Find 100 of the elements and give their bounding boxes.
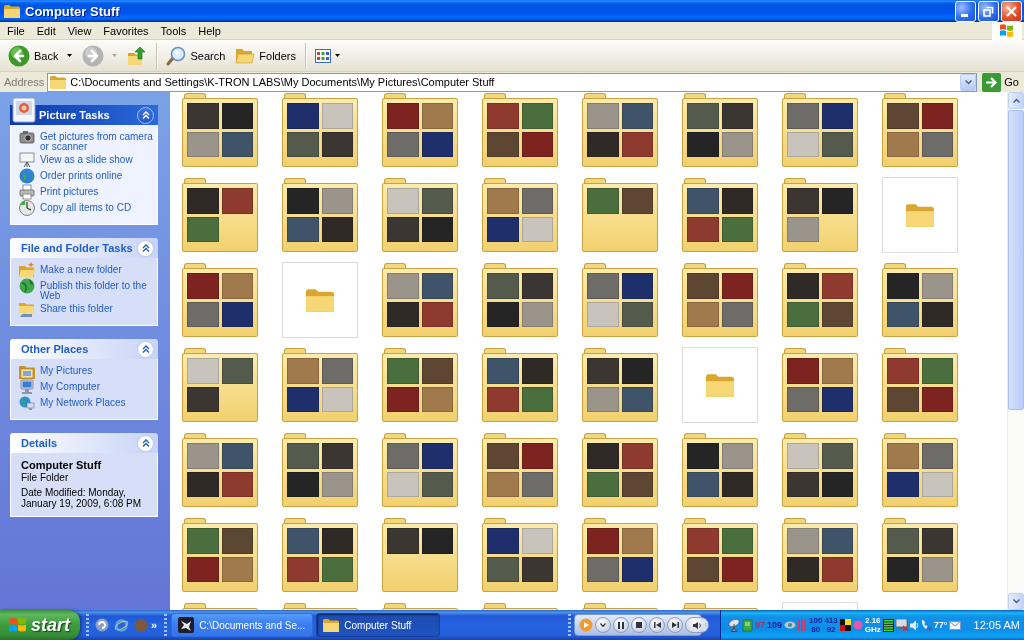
folder-thumbnail[interactable] <box>382 178 458 252</box>
toolbar-grip[interactable] <box>86 614 89 636</box>
task-link[interactable]: Get pictures from camera or scanner <box>19 129 155 152</box>
folder-thumbnail[interactable] <box>182 518 258 592</box>
folder-thumbnail[interactable] <box>582 93 658 167</box>
start-button[interactable]: start <box>0 610 80 640</box>
task-button[interactable]: Computer Stuff <box>316 613 441 637</box>
pause-button[interactable] <box>613 617 629 633</box>
menu-item[interactable]: Help <box>192 22 227 39</box>
menu-item[interactable]: Edit <box>30 22 62 39</box>
task-button[interactable]: C:\Documents and Se... <box>171 613 314 637</box>
speaker-icon[interactable] <box>909 619 919 631</box>
collapse-button[interactable] <box>137 239 154 257</box>
folder-thumbnail[interactable] <box>482 433 558 507</box>
task-link[interactable]: My Computer <box>19 379 155 395</box>
go-button[interactable]: Go <box>980 72 1022 92</box>
next-button[interactable] <box>667 617 683 633</box>
menu-item[interactable]: File <box>1 22 31 39</box>
folder-thumbnail[interactable] <box>282 433 358 507</box>
search-button[interactable]: Search <box>161 41 231 70</box>
panel-header[interactable]: File and Folder Tasks <box>10 238 158 258</box>
scrollbar[interactable] <box>1007 92 1024 610</box>
folder-thumbnail[interactable] <box>182 93 258 167</box>
address-field[interactable]: C:\Documents and Settings\K-TRON LABS\My Documents\My Pictures\Computer Stuff <box>47 72 978 92</box>
folder-thumbnail[interactable] <box>582 178 658 252</box>
folder-thumbnail[interactable] <box>882 348 958 422</box>
folder-thumbnail[interactable] <box>582 263 658 337</box>
collapse-button[interactable] <box>137 340 154 358</box>
folder-thumbnail[interactable] <box>182 348 258 422</box>
bar-meter-icon[interactable] <box>882 618 894 632</box>
folder-thumbnail[interactable] <box>382 433 458 507</box>
volume-button[interactable] <box>685 617 709 633</box>
color-squares-icon[interactable] <box>839 619 851 631</box>
task-link[interactable]: My Network Places <box>19 395 155 411</box>
folder-thumbnail[interactable] <box>682 347 758 423</box>
folder-thumbnail[interactable] <box>482 518 558 592</box>
folder-thumbnail[interactable] <box>382 518 458 592</box>
scroll-thumb[interactable] <box>1008 110 1024 410</box>
task-link[interactable]: Print pictures <box>19 184 155 200</box>
panel-header[interactable]: Picture Tasks <box>10 97 158 125</box>
satellite-dish-icon[interactable] <box>728 618 740 632</box>
folders-button[interactable]: Folders <box>230 41 301 70</box>
previous-button[interactable] <box>649 617 665 633</box>
folder-thumbnail[interactable] <box>882 263 958 337</box>
folder-thumbnail[interactable] <box>482 263 558 337</box>
scroll-down-button[interactable] <box>1008 593 1024 610</box>
task-link[interactable]: Publish this folder to the Web <box>19 278 155 301</box>
folder-thumbnail[interactable] <box>282 348 358 422</box>
folder-thumbnail[interactable] <box>182 433 258 507</box>
folder-thumbnail[interactable] <box>682 433 758 507</box>
collapse-button[interactable] <box>137 434 154 452</box>
folder-thumbnail[interactable] <box>882 433 958 507</box>
folder-thumbnail[interactable] <box>282 262 358 338</box>
folder-thumbnail[interactable] <box>682 178 758 252</box>
panel-header[interactable]: Other Places <box>10 339 158 359</box>
ring-icon[interactable] <box>114 617 129 633</box>
task-link[interactable]: View as a slide show <box>19 152 155 168</box>
close-button[interactable] <box>1001 0 1022 22</box>
folder-thumbnail[interactable] <box>782 93 858 167</box>
menu-item[interactable]: Favorites <box>97 22 155 39</box>
folder-thumbnail[interactable] <box>482 93 558 167</box>
minimize-button[interactable] <box>955 0 976 22</box>
swirl-icon[interactable] <box>95 618 109 632</box>
folder-thumbnail[interactable] <box>282 518 358 592</box>
folder-thumbnail[interactable] <box>182 263 258 337</box>
folder-thumbnail[interactable] <box>382 348 458 422</box>
folder-thumbnail[interactable] <box>482 348 558 422</box>
folder-thumbnail[interactable] <box>782 263 858 337</box>
folder-thumbnail[interactable] <box>782 348 858 422</box>
clock[interactable]: 12:05 AM <box>973 619 1020 631</box>
folder-thumbnail[interactable] <box>682 93 758 167</box>
folder-thumbnail[interactable] <box>782 433 858 507</box>
envelope-icon[interactable] <box>949 620 962 630</box>
scroll-up-button[interactable] <box>1008 92 1024 109</box>
folder-thumbnail[interactable] <box>282 178 358 252</box>
restore-button[interactable] <box>978 0 999 22</box>
task-link[interactable]: My Pictures <box>19 363 155 379</box>
task-link[interactable]: Make a new folder <box>19 262 155 278</box>
folder-thumbnail[interactable] <box>682 518 758 592</box>
folder-thumbnail[interactable] <box>382 93 458 167</box>
folder-thumbnail[interactable] <box>582 518 658 592</box>
monitor-icon[interactable] <box>895 619 908 631</box>
menu-item[interactable]: Tools <box>154 22 193 39</box>
folder-thumbnail[interactable] <box>782 178 858 252</box>
task-link[interactable]: Copy all items to CD <box>19 200 155 216</box>
folder-thumbnail[interactable] <box>882 177 958 253</box>
folder-thumbnail[interactable] <box>382 263 458 337</box>
folder-thumbnail[interactable] <box>582 433 658 507</box>
stop-button[interactable] <box>631 617 647 633</box>
folder-thumbnail[interactable] <box>182 178 258 252</box>
phone-icon[interactable] <box>920 619 932 631</box>
more-button[interactable]: » <box>148 619 161 631</box>
collapse-button[interactable] <box>137 106 154 124</box>
folder-thumbnail[interactable] <box>282 93 358 167</box>
task-link[interactable]: Share this folder <box>19 301 155 317</box>
folder-thumbnail[interactable] <box>682 263 758 337</box>
folder-thumbnail[interactable] <box>582 348 658 422</box>
folder-thumbnail[interactable] <box>882 518 958 592</box>
panel-header[interactable]: Details <box>10 433 158 453</box>
folder-thumbnail[interactable] <box>782 518 858 592</box>
